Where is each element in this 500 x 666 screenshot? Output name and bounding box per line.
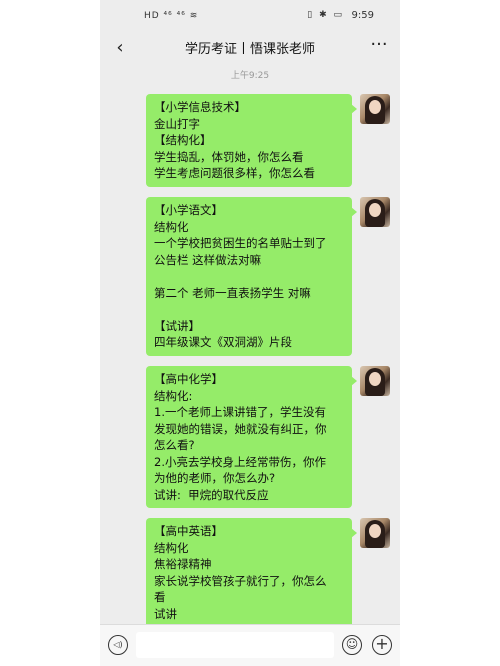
avatar[interactable] xyxy=(360,94,390,124)
avatar-face xyxy=(369,203,381,217)
message-line: 【小学语文】 xyxy=(154,203,223,217)
message-line: 第二个 老师一直表扬学生 对嘛 xyxy=(154,285,311,300)
message-line: 试讲: 甲烷的取代反应 xyxy=(154,487,269,502)
message-line: 发现她的错误，她就没有纠正，你 xyxy=(154,421,327,436)
avatar-face xyxy=(369,524,381,538)
message-line: 怎么看? xyxy=(154,438,195,452)
chat-header: ‹ 学历考证丨悟课张老师 ··· xyxy=(100,34,400,64)
status-bar: HD ⁴⁶ ⁴⁶ ≋ ▯ ✱ ▭ 9:59 xyxy=(100,0,400,34)
message-line: 【高中化学】 xyxy=(154,372,223,386)
message-bubble[interactable]: 【高中英语】 结构化 焦裕禄精神 家长说学校管孩子就行了，你怎么 看 试讲 xyxy=(146,518,357,636)
message-line: 四年级课文《双洞湖》片段 xyxy=(154,335,292,349)
avatar-face xyxy=(369,100,381,114)
avatar[interactable] xyxy=(360,518,390,548)
message-bubble[interactable]: 【小学语文】 结构化 一个学校把贫困生的名单贴士到了 公告栏 这样做法对嘛 第二… xyxy=(146,197,357,356)
message-line: 家长说学校管孩子就行了，你怎么 xyxy=(154,573,327,588)
message-line: 试讲 xyxy=(154,606,177,621)
message-line xyxy=(154,301,344,318)
message-bubble[interactable]: 【小学信息技术】 金山打字 【结构化】 学生捣乱，体罚她，你怎么看 学生考虑问题… xyxy=(146,94,357,187)
message-line: 【结构化】 xyxy=(154,133,212,147)
message-line: 公告栏 这样做法对嘛 xyxy=(154,252,262,267)
message-input[interactable] xyxy=(136,632,334,658)
message-line: 焦裕禄精神 xyxy=(154,557,212,571)
message-line: 2.小亮去学校身上经常带伤，你作 xyxy=(154,454,326,469)
chat-screen: HD ⁴⁶ ⁴⁶ ≋ ▯ ✱ ▭ 9:59 ‹ 学历考证丨悟课张老师 ··· 上… xyxy=(100,0,400,666)
status-time: 9:59 xyxy=(351,10,374,21)
avatar-face xyxy=(369,372,381,386)
avatar[interactable] xyxy=(360,366,390,396)
message-line: 1.一个老师上课讲错了，学生没有 xyxy=(154,405,326,419)
avatar[interactable] xyxy=(360,197,390,227)
message-line: 【试讲】 xyxy=(154,318,200,333)
message-timestamp: 上午9:25 xyxy=(230,71,270,81)
message-line: 结构化 xyxy=(154,219,189,234)
message-line: 为他的老师，你怎么办? xyxy=(154,471,276,485)
chat-title: 学历考证丨悟课张老师 xyxy=(184,42,315,57)
signal-icons: HD ⁴⁶ ⁴⁶ ≋ xyxy=(144,11,199,21)
emoji-icon[interactable]: ☺ xyxy=(342,635,362,655)
input-toolbar: ◁) ☺ + xyxy=(100,624,400,666)
message-line: 【高中英语】 xyxy=(154,524,223,538)
more-options-icon[interactable]: ··· xyxy=(368,34,390,60)
message-line: 一个学校把贫困生的名单贴士到了 xyxy=(154,236,327,250)
voice-input-icon[interactable]: ◁) xyxy=(108,635,128,655)
message-line: 【小学信息技术】 xyxy=(154,100,246,114)
status-right-icons: ▯ ✱ ▭ xyxy=(307,10,344,20)
message-line: 学生考虑问题很多样，你怎么看 xyxy=(154,166,315,180)
message-line xyxy=(154,268,344,285)
message-line: 结构化 xyxy=(154,540,189,555)
back-chevron-icon[interactable]: ‹ xyxy=(110,36,130,60)
message-bubble[interactable]: 【高中化学】 结构化: 1.一个老师上课讲错了，学生没有 发现她的错误，她就没有… xyxy=(146,366,357,508)
message-line: 学生捣乱，体罚她，你怎么看 xyxy=(154,149,304,164)
message-line: 金山打字 xyxy=(154,116,200,131)
message-line: 结构化: xyxy=(154,388,193,403)
add-more-icon[interactable]: + xyxy=(372,635,392,655)
message-line: 看 xyxy=(154,590,166,604)
